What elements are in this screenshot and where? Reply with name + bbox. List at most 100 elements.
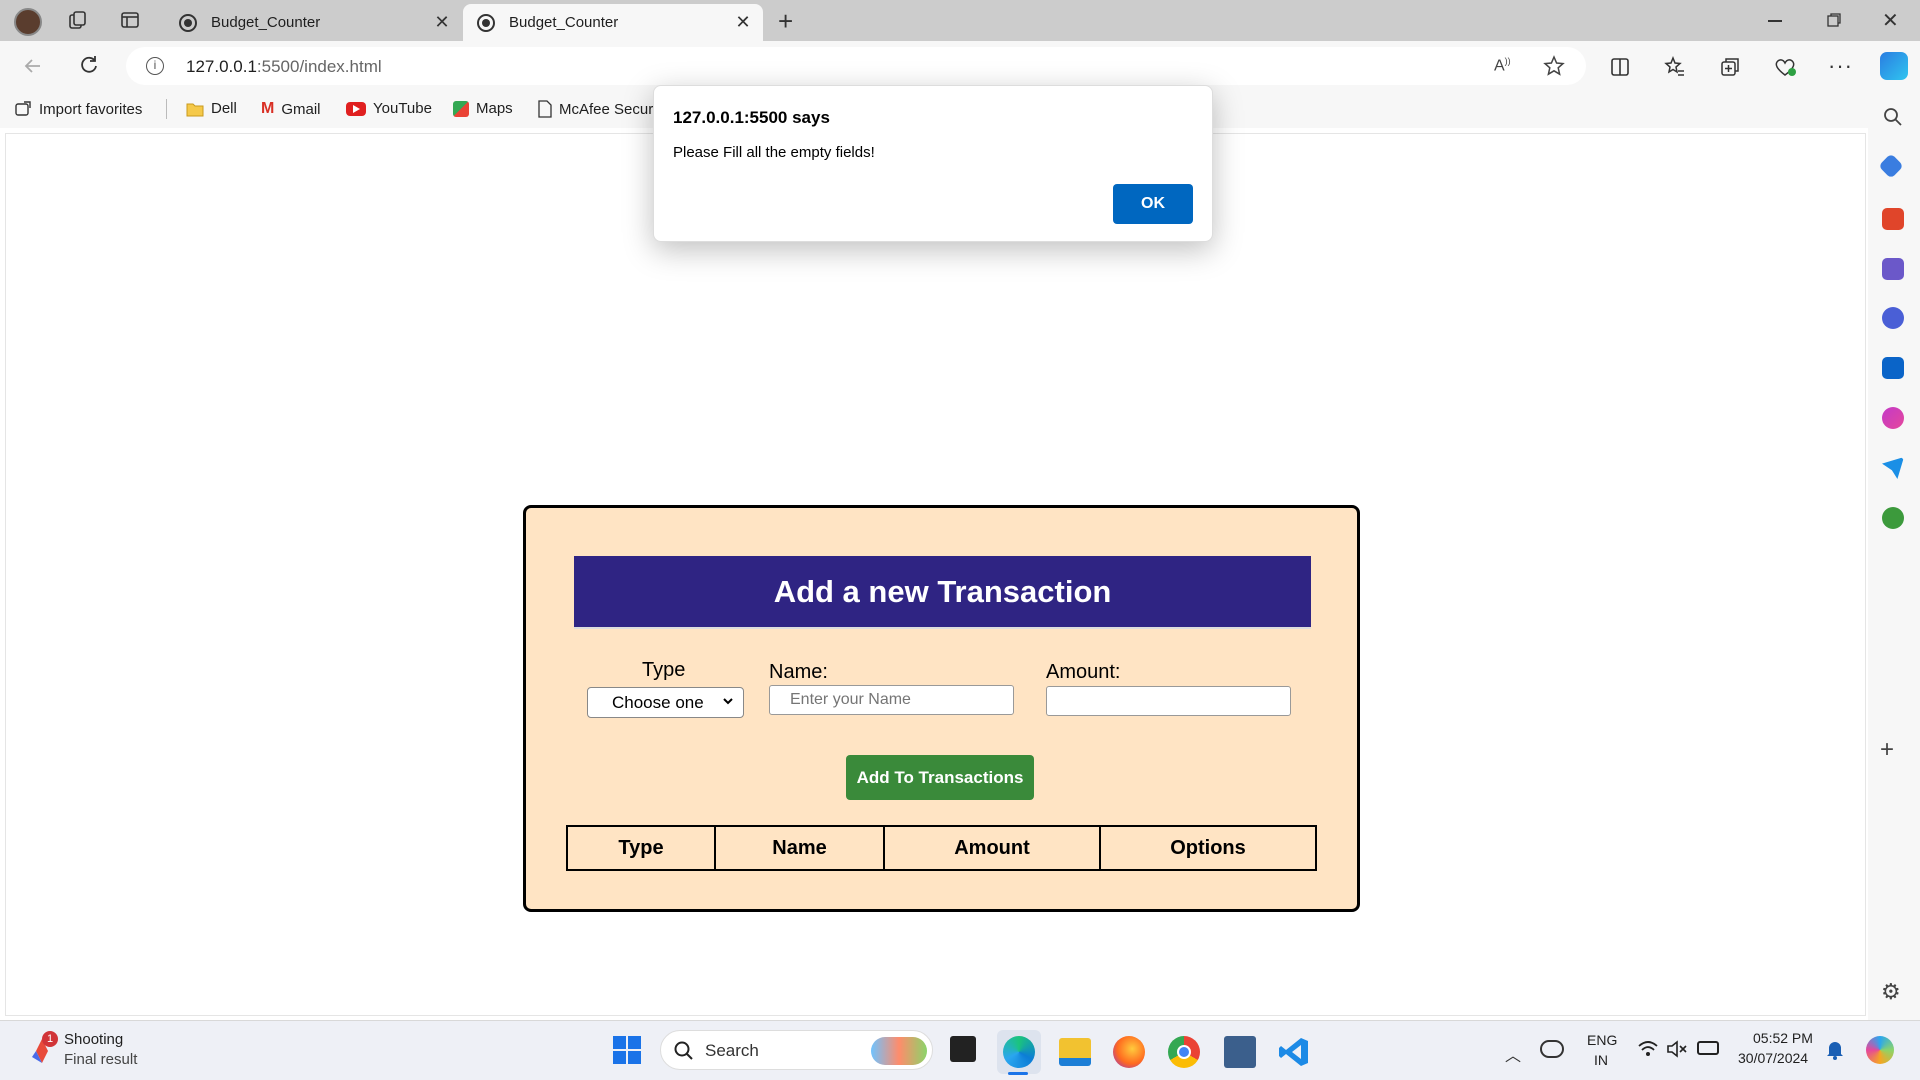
- notification-badge: 1: [42, 1031, 58, 1047]
- favorite-label: Import favorites: [39, 100, 143, 118]
- column-header-name: Name: [716, 827, 885, 869]
- workspaces-icon[interactable]: [68, 10, 88, 30]
- tab-title: Budget_Counter: [509, 14, 619, 31]
- favorite-dell[interactable]: Dell: [186, 100, 237, 117]
- close-tab-icon[interactable]: ✕: [733, 12, 753, 33]
- name-label: Name:: [769, 661, 828, 683]
- favorites-icon[interactable]: [1664, 56, 1686, 78]
- search-label: Search: [705, 1041, 759, 1060]
- games-icon[interactable]: [1882, 258, 1904, 280]
- tab-budget-counter-1[interactable]: Budget_Counter ✕: [165, 4, 462, 41]
- column-header-options: Options: [1170, 836, 1246, 859]
- mysql-workbench-icon[interactable]: [1224, 1036, 1256, 1068]
- region-indicator: IN: [1594, 1052, 1608, 1068]
- amount-input[interactable]: [1046, 686, 1291, 716]
- add-sidebar-app-icon[interactable]: +: [1880, 736, 1894, 764]
- read-aloud-icon[interactable]: A)): [1494, 56, 1511, 75]
- battery-icon[interactable]: [1697, 1041, 1719, 1055]
- back-arrow-icon[interactable]: [22, 55, 44, 77]
- copilot-taskbar-icon[interactable]: [1866, 1036, 1894, 1064]
- chevron-down-icon: [721, 694, 735, 708]
- tools-icon[interactable]: [1882, 208, 1904, 230]
- dialog-ok-button[interactable]: OK: [1113, 184, 1193, 224]
- url-path: :5500/index.html: [256, 57, 382, 76]
- microsoft-365-icon[interactable]: [1882, 307, 1904, 329]
- clock-date[interactable]: 30/07/2024: [1738, 1050, 1808, 1066]
- page-title: Add a new Transaction: [574, 556, 1311, 629]
- address-bar[interactable]: i 127.0.0.1:5500/index.html A)): [126, 47, 1586, 85]
- close-window-button[interactable]: ✕: [1882, 8, 1899, 33]
- vscode-icon[interactable]: [1278, 1036, 1310, 1068]
- edge-browser-icon[interactable]: [1003, 1036, 1035, 1068]
- favorite-label: Maps: [476, 100, 513, 117]
- refresh-icon[interactable]: [78, 54, 100, 76]
- import-favorites-link[interactable]: Import favorites: [14, 100, 142, 118]
- site-favicon-icon: [477, 13, 495, 32]
- show-hidden-icons-chevron[interactable]: ︿: [1505, 1042, 1521, 1066]
- browser-essentials-icon[interactable]: [1773, 56, 1797, 78]
- page-viewport: Add a new Transaction Type Choose one Na…: [5, 133, 1866, 1016]
- new-tab-button[interactable]: +: [778, 6, 793, 37]
- widget-subtitle: Final result: [64, 1051, 138, 1068]
- import-icon: [15, 101, 31, 116]
- favorite-star-icon[interactable]: [1543, 55, 1565, 77]
- clock-time[interactable]: 05:52 PM: [1753, 1030, 1813, 1046]
- task-view-icon[interactable]: [950, 1036, 976, 1062]
- split-screen-icon[interactable]: [1609, 56, 1631, 78]
- volume-muted-icon[interactable]: [1666, 1040, 1688, 1058]
- designer-icon[interactable]: [1882, 407, 1904, 429]
- gmail-icon: M: [261, 100, 275, 117]
- outlook-icon[interactable]: [1882, 357, 1904, 379]
- start-button[interactable]: [612, 1035, 642, 1065]
- tree-icon[interactable]: [1882, 507, 1904, 529]
- favorite-label: YouTube: [373, 100, 432, 117]
- active-app-indicator: [1008, 1072, 1028, 1075]
- name-input[interactable]: Enter your Name: [769, 685, 1014, 715]
- tab-title: Budget_Counter: [211, 14, 321, 31]
- site-favicon-icon: [179, 13, 197, 32]
- alert-dialog: 127.0.0.1:5500 says Please Fill all the …: [653, 85, 1213, 242]
- profile-avatar[interactable]: [14, 8, 42, 36]
- onedrive-icon[interactable]: [1540, 1040, 1564, 1058]
- favorite-gmail[interactable]: M Gmail: [261, 100, 321, 118]
- close-tab-icon[interactable]: ✕: [432, 12, 452, 33]
- wifi-icon[interactable]: [1637, 1040, 1659, 1058]
- dialog-title: 127.0.0.1:5500 says: [673, 108, 830, 127]
- taskbar-search[interactable]: Search: [660, 1030, 933, 1070]
- edge-sidebar: + ⚙: [1868, 91, 1920, 1020]
- language-indicator[interactable]: ENG: [1587, 1032, 1617, 1048]
- favorite-youtube[interactable]: YouTube: [346, 100, 432, 117]
- site-info-icon[interactable]: i: [146, 57, 164, 75]
- sidebar-settings-icon[interactable]: ⚙: [1881, 979, 1901, 1005]
- copilot-icon[interactable]: [1880, 52, 1908, 80]
- favorites-divider: [166, 99, 167, 119]
- type-label: Type: [642, 659, 686, 681]
- favorite-label: Dell: [211, 100, 237, 117]
- notification-bell-icon[interactable]: [1826, 1040, 1844, 1060]
- chrome-icon[interactable]: [1168, 1036, 1200, 1068]
- column-header-type: Type: [568, 827, 716, 869]
- favorite-label: McAfee Secur: [559, 100, 654, 118]
- dialog-message: Please Fill all the empty fields!: [673, 144, 875, 161]
- vertical-tabs-icon[interactable]: [120, 10, 140, 30]
- restore-button[interactable]: [1826, 12, 1842, 28]
- minimize-button[interactable]: [1768, 20, 1782, 22]
- tab-budget-counter-2[interactable]: Budget_Counter ✕: [463, 4, 763, 41]
- url-host: 127.0.0.1: [186, 57, 257, 76]
- favorite-mcafee[interactable]: McAfee Secur: [538, 100, 653, 118]
- weather-widget-icon[interactable]: 1: [28, 1031, 58, 1065]
- search-icon: [673, 1040, 695, 1062]
- add-to-transactions-button[interactable]: Add To Transactions: [846, 755, 1034, 800]
- collections-icon[interactable]: [1719, 56, 1741, 78]
- search-highlight-icon: [871, 1037, 927, 1065]
- search-icon[interactable]: [1882, 106, 1904, 128]
- favorite-maps[interactable]: Maps: [453, 100, 513, 117]
- firefox-icon[interactable]: [1113, 1036, 1145, 1068]
- page-icon: [538, 100, 552, 118]
- more-options-icon[interactable]: ···: [1828, 53, 1853, 79]
- file-explorer-icon[interactable]: [1059, 1038, 1091, 1066]
- type-select[interactable]: Choose one: [587, 687, 744, 718]
- widget-title: Shooting: [64, 1031, 124, 1048]
- maps-icon: [453, 100, 469, 117]
- url-text: 127.0.0.1:5500/index.html: [186, 57, 382, 77]
